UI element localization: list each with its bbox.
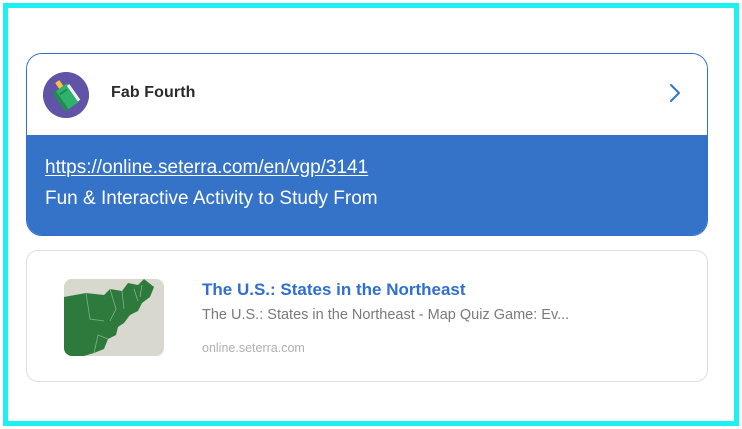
- book-icon: [43, 72, 89, 118]
- link-message-body: https://online.seterra.com/en/vgp/3141 F…: [27, 135, 707, 235]
- link-preview-card[interactable]: The U.S.: States in the Northeast The U.…: [26, 250, 708, 382]
- preview-domain: online.seterra.com: [202, 341, 305, 355]
- author-avatar[interactable]: [43, 72, 89, 118]
- northeast-map-thumbnail: [64, 279, 164, 356]
- author-name[interactable]: Fab Fourth: [111, 84, 196, 102]
- author-header[interactable]: Fab Fourth: [27, 54, 707, 135]
- shared-link-card: Fab Fourth https://online.seterra.com/en…: [26, 53, 708, 236]
- preview-title[interactable]: The U.S.: States in the Northeast: [202, 280, 466, 300]
- shared-link-url[interactable]: https://online.seterra.com/en/vgp/3141: [45, 157, 368, 179]
- chevron-right-icon[interactable]: [667, 82, 683, 104]
- preview-description: The U.S.: States in the Northeast - Map …: [202, 307, 570, 323]
- message-text: Fun & Interactive Activity to Study From: [45, 188, 378, 209]
